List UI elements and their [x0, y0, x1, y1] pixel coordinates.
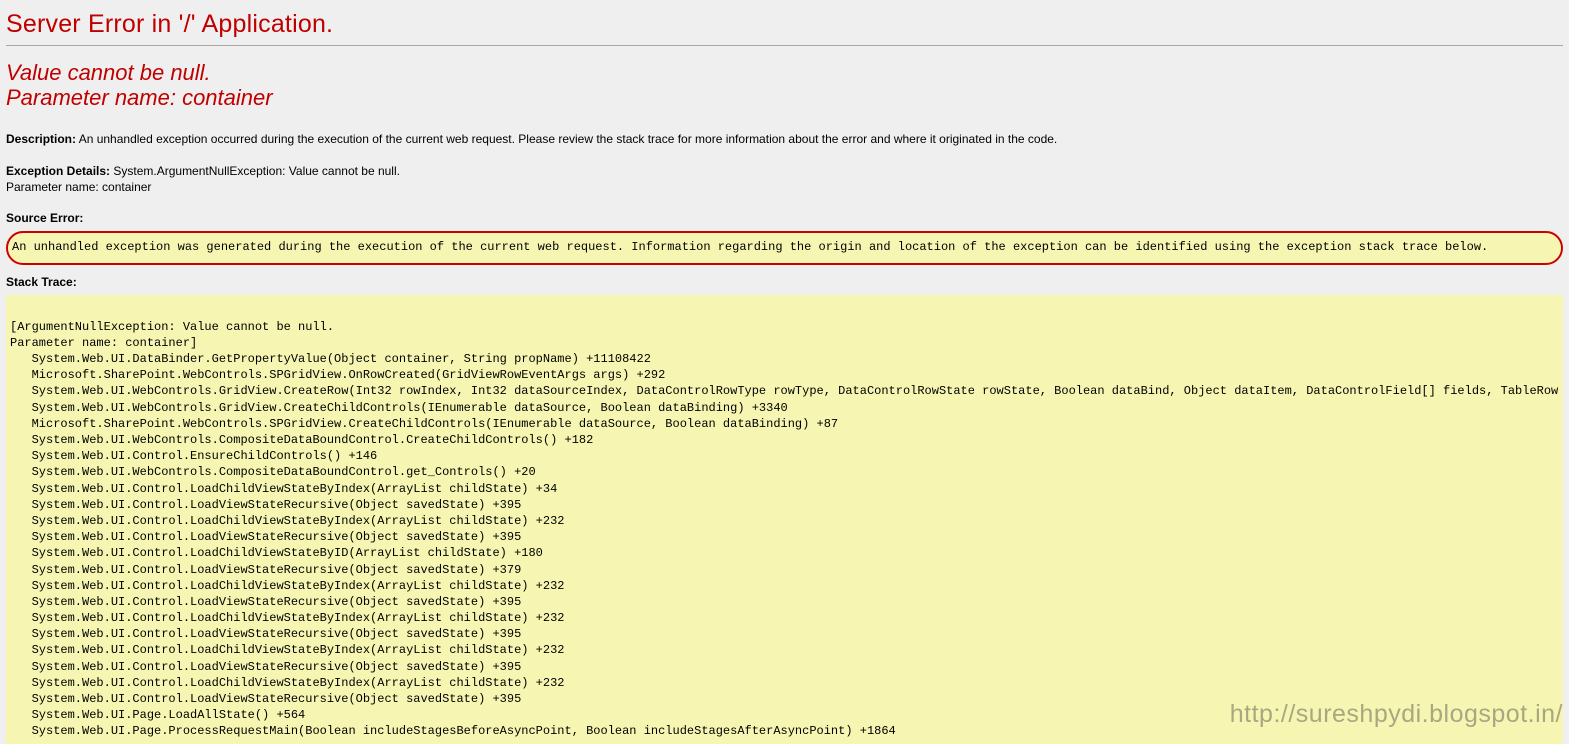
source-error-label: Source Error: — [6, 211, 1563, 225]
exception-details-line: Exception Details: System.ArgumentNullEx… — [6, 163, 1563, 195]
description-line: Description: An unhandled exception occu… — [6, 131, 1563, 147]
stack-trace-text: [ArgumentNullException: Value cannot be … — [10, 303, 1559, 740]
error-subtitle: Value cannot be null. Parameter name: co… — [6, 60, 1563, 111]
error-title: Server Error in '/' Application. — [6, 10, 1563, 39]
description-label: Description: — [6, 132, 76, 146]
description-text: An unhandled exception occurred during t… — [79, 132, 1058, 146]
divider — [6, 45, 1563, 46]
stack-trace-label: Stack Trace: — [6, 275, 1563, 289]
stack-trace-box: [ArgumentNullException: Value cannot be … — [6, 295, 1563, 744]
exception-details-label: Exception Details: — [6, 164, 110, 178]
error-page: Server Error in '/' Application. Value c… — [0, 0, 1569, 744]
source-error-text: An unhandled exception was generated dur… — [6, 231, 1563, 264]
source-error-callout: An unhandled exception was generated dur… — [6, 231, 1563, 264]
